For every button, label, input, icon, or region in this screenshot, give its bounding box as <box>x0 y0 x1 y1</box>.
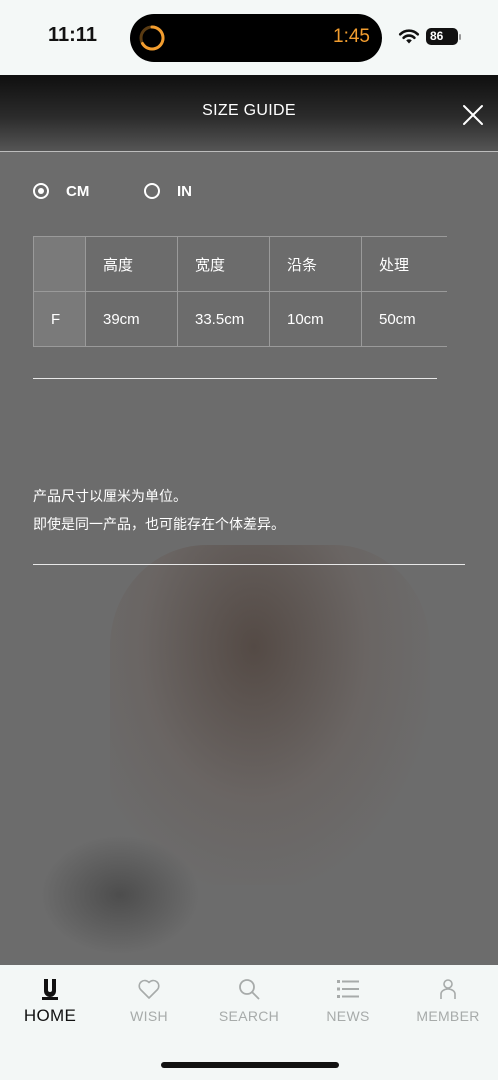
table-header-row: 高度 宽度 沿条 处理 <box>33 236 447 292</box>
nav-home[interactable]: HOME <box>0 965 100 1035</box>
close-icon[interactable] <box>462 104 484 126</box>
table-header-cell: 高度 <box>85 236 178 292</box>
unit-option-cm[interactable]: CM <box>33 181 89 201</box>
size-guide-modal: SIZE GUIDE CM IN 高度 宽度 沿条 处理 F 39cm 33.5… <box>0 75 498 965</box>
nav-label-search: SEARCH <box>218 1008 280 1024</box>
table-header-cell <box>33 236 86 292</box>
radio-in[interactable] <box>144 183 160 199</box>
nav-wish[interactable]: WISH <box>99 965 199 1035</box>
status-bar: 11:11 1:45 86 <box>0 0 498 75</box>
list-icon <box>337 980 359 998</box>
nav-search[interactable]: SEARCH <box>199 965 299 1035</box>
divider <box>33 378 437 379</box>
nav-label-member: MEMBER <box>416 1008 480 1024</box>
note-line: 即使是同一产品，也可能存在个体差异。 <box>33 517 285 533</box>
wifi-icon <box>398 29 420 44</box>
nav-label-news: NEWS <box>326 1008 370 1024</box>
nav-member[interactable]: MEMBER <box>398 965 498 1035</box>
size-table: 高度 宽度 沿条 处理 F 39cm 33.5cm 10cm 50cm <box>33 236 447 347</box>
unit-option-in[interactable]: IN <box>144 181 192 201</box>
battery-icon: 86 <box>426 28 461 45</box>
nav-news[interactable]: NEWS <box>298 965 398 1035</box>
search-icon <box>239 979 260 1000</box>
radio-cm[interactable] <box>33 183 49 199</box>
heart-icon <box>138 979 160 999</box>
table-cell: 39cm <box>85 291 178 347</box>
dynamic-island[interactable]: 1:45 <box>130 14 382 62</box>
note-line: 产品尺寸以厘米为单位。 <box>33 489 187 505</box>
table-header-cell: 处理 <box>361 236 447 292</box>
table-cell-size: F <box>33 291 86 347</box>
timer-icon <box>139 25 165 51</box>
timer-text: 1:45 <box>333 26 370 47</box>
table-header-cell: 沿条 <box>269 236 362 292</box>
modal-header: SIZE GUIDE <box>0 75 498 152</box>
status-time: 11:11 <box>48 24 97 46</box>
nav-label-home: HOME <box>23 1006 77 1025</box>
table-header-cell: 宽度 <box>177 236 270 292</box>
divider <box>33 564 465 565</box>
person-icon <box>440 979 456 999</box>
nav-label-wish: WISH <box>130 1008 168 1024</box>
table-cell: 10cm <box>269 291 362 347</box>
size-note: 产品尺寸以厘米为单位。 即使是同一产品，也可能存在个体差异。 <box>33 483 285 539</box>
table-row: F 39cm 33.5cm 10cm 50cm <box>33 291 447 347</box>
background-blur <box>110 545 430 885</box>
uniqlo-u-icon <box>42 979 58 1000</box>
page-title: SIZE GUIDE <box>202 102 296 119</box>
table-cell: 33.5cm <box>177 291 270 347</box>
unit-label-cm: CM <box>66 182 90 200</box>
unit-label-in: IN <box>177 182 192 200</box>
bottom-nav: HOME WISH SEARCH NEWS MEMBER <box>0 965 498 1080</box>
table-cell: 50cm <box>361 291 447 347</box>
background-blur-2 <box>40 835 200 955</box>
home-indicator[interactable] <box>161 1062 339 1068</box>
